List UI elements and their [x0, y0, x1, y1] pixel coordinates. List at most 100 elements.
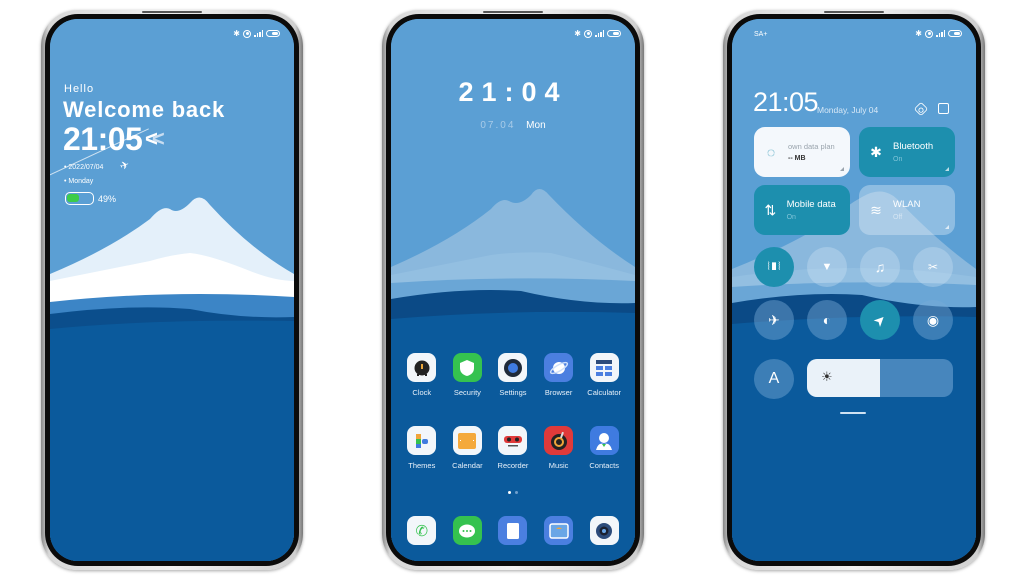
app-contacts[interactable]: Contacts [581, 426, 627, 470]
themes-icon [407, 426, 437, 455]
battery-icon [948, 30, 962, 37]
notes-icon [498, 516, 528, 545]
battery-icon [266, 30, 280, 37]
eye-icon: ◉ [926, 311, 940, 328]
app-calculator[interactable]: Calculator [581, 353, 627, 397]
location-icon: ➤ [869, 309, 890, 330]
phone-control-center: SA+ ✱ 21:05 Monday, July 04 ◌ own data p… [723, 10, 985, 570]
app-music[interactable]: Music [536, 426, 582, 470]
clock-time: 21:04 [458, 77, 568, 107]
signal-icon [254, 30, 263, 37]
contrast-icon: ◐ [822, 312, 832, 328]
sun-icon: ☀ [821, 369, 833, 384]
phone-lockscreen: ✱ Hello Welcome back 21:05 << • 2022/07/… [41, 10, 303, 570]
date-label: Monday, July 04 [817, 105, 879, 115]
calculator-icon [589, 353, 619, 382]
lockscreen: ✱ Hello Welcome back 21:05 << • 2022/07/… [50, 19, 294, 561]
clock-time: 21:05 [63, 121, 143, 157]
auto-brightness-button[interactable]: A [754, 359, 794, 399]
vibrate-toggle[interactable]: ⦚▮⦚ [754, 247, 794, 287]
homescreen: ✱ 21:04 07.04 Mon Clock Security Setting… [391, 19, 635, 561]
bluetooth-icon: ✱ [574, 29, 581, 38]
app-row-1: Clock Security Settings Browser Calculat… [391, 353, 635, 397]
calendar-icon [452, 426, 482, 455]
screenshot-icon: ✂ [927, 260, 939, 274]
dismiss-handle[interactable] [840, 412, 866, 414]
screenshot-toggle[interactable]: ✂ [913, 247, 953, 287]
bell-icon: ♫ [874, 259, 886, 275]
tile-mobile-data[interactable]: ⇅ Mobile data On [754, 185, 850, 235]
clock-time: 21:05 [753, 87, 819, 117]
dock-messages[interactable] [445, 516, 491, 545]
status-bar: ✱ [574, 29, 621, 38]
tile-wlan[interactable]: ≋ WLAN Off [859, 185, 955, 235]
page-dot[interactable] [515, 491, 518, 494]
settings-icon [498, 353, 528, 382]
app-recorder[interactable]: Recorder [490, 426, 536, 470]
speaker-grille [824, 11, 884, 13]
dock-phone[interactable]: ✆ [399, 516, 445, 545]
messages-icon [452, 516, 482, 545]
tile-bluetooth[interactable]: ✱ Bluetooth On [859, 127, 955, 177]
bluetooth-icon: ✱ [915, 29, 922, 38]
bell-toggle[interactable]: ♫ [860, 247, 900, 287]
expand-corner-icon [945, 225, 949, 229]
dock-gallery[interactable] [536, 516, 582, 545]
brightness-fill [807, 359, 880, 397]
eye-toggle[interactable]: ◉ [913, 300, 953, 340]
recorder-icon [498, 426, 528, 455]
signal-icon [936, 30, 945, 37]
app-clock[interactable]: Clock [399, 353, 445, 397]
page-indicator[interactable] [391, 491, 635, 494]
brightness-slider[interactable]: ☀ [807, 359, 953, 397]
mobile-data-icon: ⇅ [764, 201, 777, 218]
contacts-icon [589, 426, 619, 455]
bluetooth-icon: ✱ [233, 29, 240, 38]
sync-icon [925, 29, 933, 38]
page-dot-active[interactable] [508, 491, 511, 494]
location-toggle[interactable]: ➤ [860, 300, 900, 340]
signal-icon [595, 30, 604, 37]
battery-icon [607, 30, 621, 37]
day-label: • Monday [64, 178, 94, 185]
app-themes[interactable]: Themes [399, 426, 445, 470]
phone-homescreen: ✱ 21:04 07.04 Mon Clock Security Setting… [382, 10, 644, 570]
status-bar: ✱ [233, 29, 280, 38]
app-calendar[interactable]: Calendar [445, 426, 491, 470]
tile-data-plan[interactable]: ◌ own data plan -- MB [754, 127, 850, 177]
flashlight-toggle[interactable]: ▼ [807, 247, 847, 287]
status-bar: ✱ [915, 29, 962, 38]
sync-icon [243, 29, 251, 38]
control-center: SA+ ✱ 21:05 Monday, July 04 ◌ own data p… [732, 19, 976, 561]
chevrons-left-icon: << [145, 126, 165, 151]
dock: ✆ [391, 516, 635, 545]
camera-icon [589, 516, 619, 545]
droplet-icon: ◌ [766, 144, 776, 160]
app-settings[interactable]: Settings [490, 353, 536, 397]
phone-icon: ✆ [407, 516, 437, 545]
date-label: 07.04 [480, 120, 516, 131]
showcase-stage: ✱ Hello Welcome back 21:05 << • 2022/07/… [0, 0, 1024, 576]
dock-camera[interactable] [581, 516, 627, 545]
shield-icon [452, 353, 482, 382]
dark-mode-toggle[interactable]: ◐ [807, 300, 847, 340]
airplane-toggle[interactable]: ✈ [754, 300, 794, 340]
battery-widget-icon [65, 192, 94, 205]
date-row: 07.04 Mon [391, 120, 635, 131]
app-browser[interactable]: Browser [536, 353, 582, 397]
edit-icon[interactable] [938, 103, 949, 114]
flashlight-icon: ▼ [821, 261, 833, 273]
app-security[interactable]: Security [445, 353, 491, 397]
expand-corner-icon [945, 167, 949, 171]
headline: Welcome back [63, 97, 226, 122]
weekday-label: Mon [526, 120, 546, 131]
speaker-grille [483, 11, 543, 13]
vibrate-icon: ⦚▮⦚ [767, 260, 781, 273]
sync-icon [584, 29, 592, 38]
music-icon [544, 426, 574, 455]
browser-icon [544, 353, 574, 382]
clock-icon [407, 353, 437, 382]
expand-corner-icon [840, 167, 844, 171]
dock-notes[interactable] [490, 516, 536, 545]
carrier-label: SA+ [754, 31, 768, 38]
